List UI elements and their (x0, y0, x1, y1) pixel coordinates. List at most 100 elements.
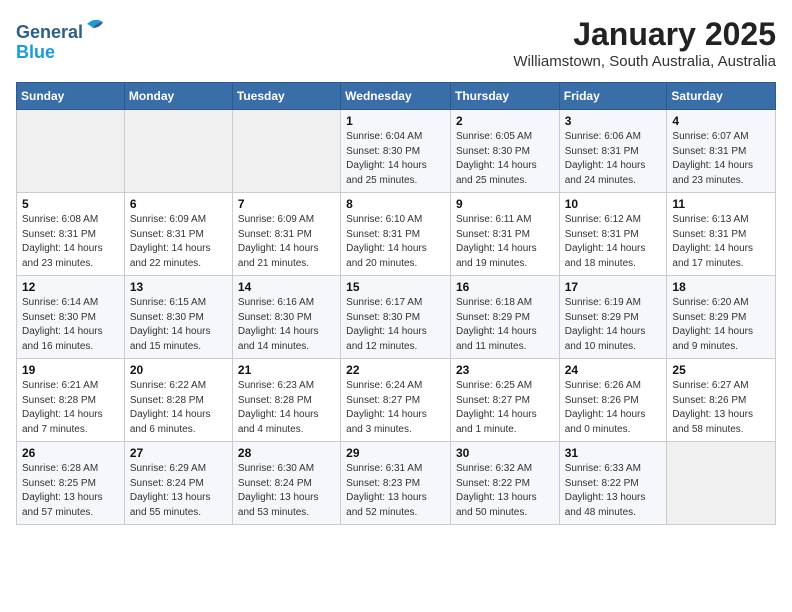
calendar-cell: 14 Sunrise: 6:16 AM Sunset: 8:30 PM Dayli… (232, 276, 340, 359)
day-number: 10 (565, 197, 662, 211)
day-number: 17 (565, 280, 662, 294)
day-number: 18 (672, 280, 770, 294)
day-number: 8 (346, 197, 445, 211)
day-number: 15 (346, 280, 445, 294)
day-info: Sunrise: 6:09 AM Sunset: 8:31 PM Dayligh… (130, 213, 227, 271)
calendar-cell: 6 Sunrise: 6:09 AM Sunset: 8:31 PM Daylig… (124, 193, 232, 276)
day-number: 28 (238, 446, 335, 460)
logo-blue-text: Blue (16, 43, 109, 63)
day-info: Sunrise: 6:21 AM Sunset: 8:28 PM Dayligh… (22, 379, 119, 437)
day-info: Sunrise: 6:31 AM Sunset: 8:23 PM Dayligh… (346, 462, 445, 520)
day-info: Sunrise: 6:22 AM Sunset: 8:28 PM Dayligh… (130, 379, 227, 437)
day-number: 31 (565, 446, 662, 460)
day-number: 2 (456, 114, 554, 128)
day-number: 22 (346, 363, 445, 377)
day-info: Sunrise: 6:24 AM Sunset: 8:27 PM Dayligh… (346, 379, 445, 437)
day-info: Sunrise: 6:12 AM Sunset: 8:31 PM Dayligh… (565, 213, 662, 271)
calendar-cell (667, 442, 776, 525)
day-number: 3 (565, 114, 662, 128)
weekday-header-sunday: Sunday (17, 83, 125, 110)
calendar-cell: 2 Sunrise: 6:05 AM Sunset: 8:30 PM Daylig… (450, 110, 559, 193)
calendar-cell: 10 Sunrise: 6:12 AM Sunset: 8:31 PM Dayli… (559, 193, 667, 276)
calendar-cell: 20 Sunrise: 6:22 AM Sunset: 8:28 PM Dayli… (124, 359, 232, 442)
calendar-cell: 22 Sunrise: 6:24 AM Sunset: 8:27 PM Dayli… (341, 359, 451, 442)
calendar-cell: 25Sunrise: 6:27 AM Sunset: 8:26 PM Dayli… (667, 359, 776, 442)
logo: General Blue (16, 16, 109, 63)
calendar-cell (17, 110, 125, 193)
weekday-header-friday: Friday (559, 83, 667, 110)
calendar-cell: 27 Sunrise: 6:29 AM Sunset: 8:24 PM Dayli… (124, 442, 232, 525)
calendar-cell: 4Sunrise: 6:07 AM Sunset: 8:31 PM Daylig… (667, 110, 776, 193)
calendar-cell: 15 Sunrise: 6:17 AM Sunset: 8:30 PM Dayli… (341, 276, 451, 359)
day-info: Sunrise: 6:10 AM Sunset: 8:31 PM Dayligh… (346, 213, 445, 271)
day-info: Sunrise: 6:15 AM Sunset: 8:30 PM Dayligh… (130, 296, 227, 354)
day-info: Sunrise: 6:07 AM Sunset: 8:31 PM Dayligh… (672, 130, 770, 188)
day-number: 30 (456, 446, 554, 460)
day-number: 14 (238, 280, 335, 294)
day-info: Sunrise: 6:20 AM Sunset: 8:29 PM Dayligh… (672, 296, 770, 354)
calendar-cell (232, 110, 340, 193)
day-number: 24 (565, 363, 662, 377)
calendar-table: SundayMondayTuesdayWednesdayThursdayFrid… (16, 82, 776, 525)
day-number: 11 (672, 197, 770, 211)
month-title: January 2025 (513, 16, 776, 53)
calendar-cell: 17Sunrise: 6:19 AM Sunset: 8:29 PM Dayli… (559, 276, 667, 359)
calendar-week-row: 19 Sunrise: 6:21 AM Sunset: 8:28 PM Dayli… (17, 359, 776, 442)
calendar-cell: 19 Sunrise: 6:21 AM Sunset: 8:28 PM Dayli… (17, 359, 125, 442)
calendar-cell: 3 Sunrise: 6:06 AM Sunset: 8:31 PM Daylig… (559, 110, 667, 193)
day-number: 6 (130, 197, 227, 211)
day-number: 5 (22, 197, 119, 211)
calendar-cell: 29 Sunrise: 6:31 AM Sunset: 8:23 PM Dayli… (341, 442, 451, 525)
calendar-cell (124, 110, 232, 193)
calendar-cell: 16 Sunrise: 6:18 AM Sunset: 8:29 PM Dayli… (450, 276, 559, 359)
calendar-cell: 21Sunrise: 6:23 AM Sunset: 8:28 PM Dayli… (232, 359, 340, 442)
day-info: Sunrise: 6:28 AM Sunset: 8:25 PM Dayligh… (22, 462, 119, 520)
day-info: Sunrise: 6:25 AM Sunset: 8:27 PM Dayligh… (456, 379, 554, 437)
day-number: 9 (456, 197, 554, 211)
day-number: 20 (130, 363, 227, 377)
calendar-cell: 30 Sunrise: 6:32 AM Sunset: 8:22 PM Dayli… (450, 442, 559, 525)
day-number: 16 (456, 280, 554, 294)
day-number: 1 (346, 114, 445, 128)
calendar-cell: 12 Sunrise: 6:14 AM Sunset: 8:30 PM Dayli… (17, 276, 125, 359)
calendar-cell: 8 Sunrise: 6:10 AM Sunset: 8:31 PM Daylig… (341, 193, 451, 276)
day-info: Sunrise: 6:14 AM Sunset: 8:30 PM Dayligh… (22, 296, 119, 354)
calendar-week-row: 5 Sunrise: 6:08 AM Sunset: 8:31 PM Daylig… (17, 193, 776, 276)
day-info: Sunrise: 6:06 AM Sunset: 8:31 PM Dayligh… (565, 130, 662, 188)
page-header: General Blue January 2025 Williamstown, … (16, 16, 776, 70)
calendar-cell: 13 Sunrise: 6:15 AM Sunset: 8:30 PM Dayli… (124, 276, 232, 359)
day-number: 26 (22, 446, 119, 460)
day-info: Sunrise: 6:08 AM Sunset: 8:31 PM Dayligh… (22, 213, 119, 271)
weekday-header-saturday: Saturday (667, 83, 776, 110)
calendar-cell: 11Sunrise: 6:13 AM Sunset: 8:31 PM Dayli… (667, 193, 776, 276)
calendar-cell: 26 Sunrise: 6:28 AM Sunset: 8:25 PM Dayli… (17, 442, 125, 525)
day-number: 19 (22, 363, 119, 377)
calendar-cell: 5 Sunrise: 6:08 AM Sunset: 8:31 PM Daylig… (17, 193, 125, 276)
day-number: 12 (22, 280, 119, 294)
calendar-cell: 28 Sunrise: 6:30 AM Sunset: 8:24 PM Dayli… (232, 442, 340, 525)
day-info: Sunrise: 6:05 AM Sunset: 8:30 PM Dayligh… (456, 130, 554, 188)
weekday-header-row: SundayMondayTuesdayWednesdayThursdayFrid… (17, 83, 776, 110)
day-info: Sunrise: 6:16 AM Sunset: 8:30 PM Dayligh… (238, 296, 335, 354)
calendar-cell: 18 Sunrise: 6:20 AM Sunset: 8:29 PM Dayli… (667, 276, 776, 359)
day-info: Sunrise: 6:18 AM Sunset: 8:29 PM Dayligh… (456, 296, 554, 354)
day-number: 13 (130, 280, 227, 294)
calendar-cell: 31Sunrise: 6:33 AM Sunset: 8:22 PM Dayli… (559, 442, 667, 525)
weekday-header-tuesday: Tuesday (232, 83, 340, 110)
weekday-header-thursday: Thursday (450, 83, 559, 110)
day-info: Sunrise: 6:23 AM Sunset: 8:28 PM Dayligh… (238, 379, 335, 437)
day-info: Sunrise: 6:17 AM Sunset: 8:30 PM Dayligh… (346, 296, 445, 354)
day-number: 29 (346, 446, 445, 460)
logo-bird-icon (85, 14, 109, 38)
day-info: Sunrise: 6:29 AM Sunset: 8:24 PM Dayligh… (130, 462, 227, 520)
calendar-cell: 7Sunrise: 6:09 AM Sunset: 8:31 PM Daylig… (232, 193, 340, 276)
day-info: Sunrise: 6:30 AM Sunset: 8:24 PM Dayligh… (238, 462, 335, 520)
day-number: 25 (672, 363, 770, 377)
day-number: 27 (130, 446, 227, 460)
day-info: Sunrise: 6:32 AM Sunset: 8:22 PM Dayligh… (456, 462, 554, 520)
day-info: Sunrise: 6:26 AM Sunset: 8:26 PM Dayligh… (565, 379, 662, 437)
calendar-cell: 24 Sunrise: 6:26 AM Sunset: 8:26 PM Dayli… (559, 359, 667, 442)
weekday-header-wednesday: Wednesday (341, 83, 451, 110)
day-info: Sunrise: 6:04 AM Sunset: 8:30 PM Dayligh… (346, 130, 445, 188)
day-info: Sunrise: 6:11 AM Sunset: 8:31 PM Dayligh… (456, 213, 554, 271)
